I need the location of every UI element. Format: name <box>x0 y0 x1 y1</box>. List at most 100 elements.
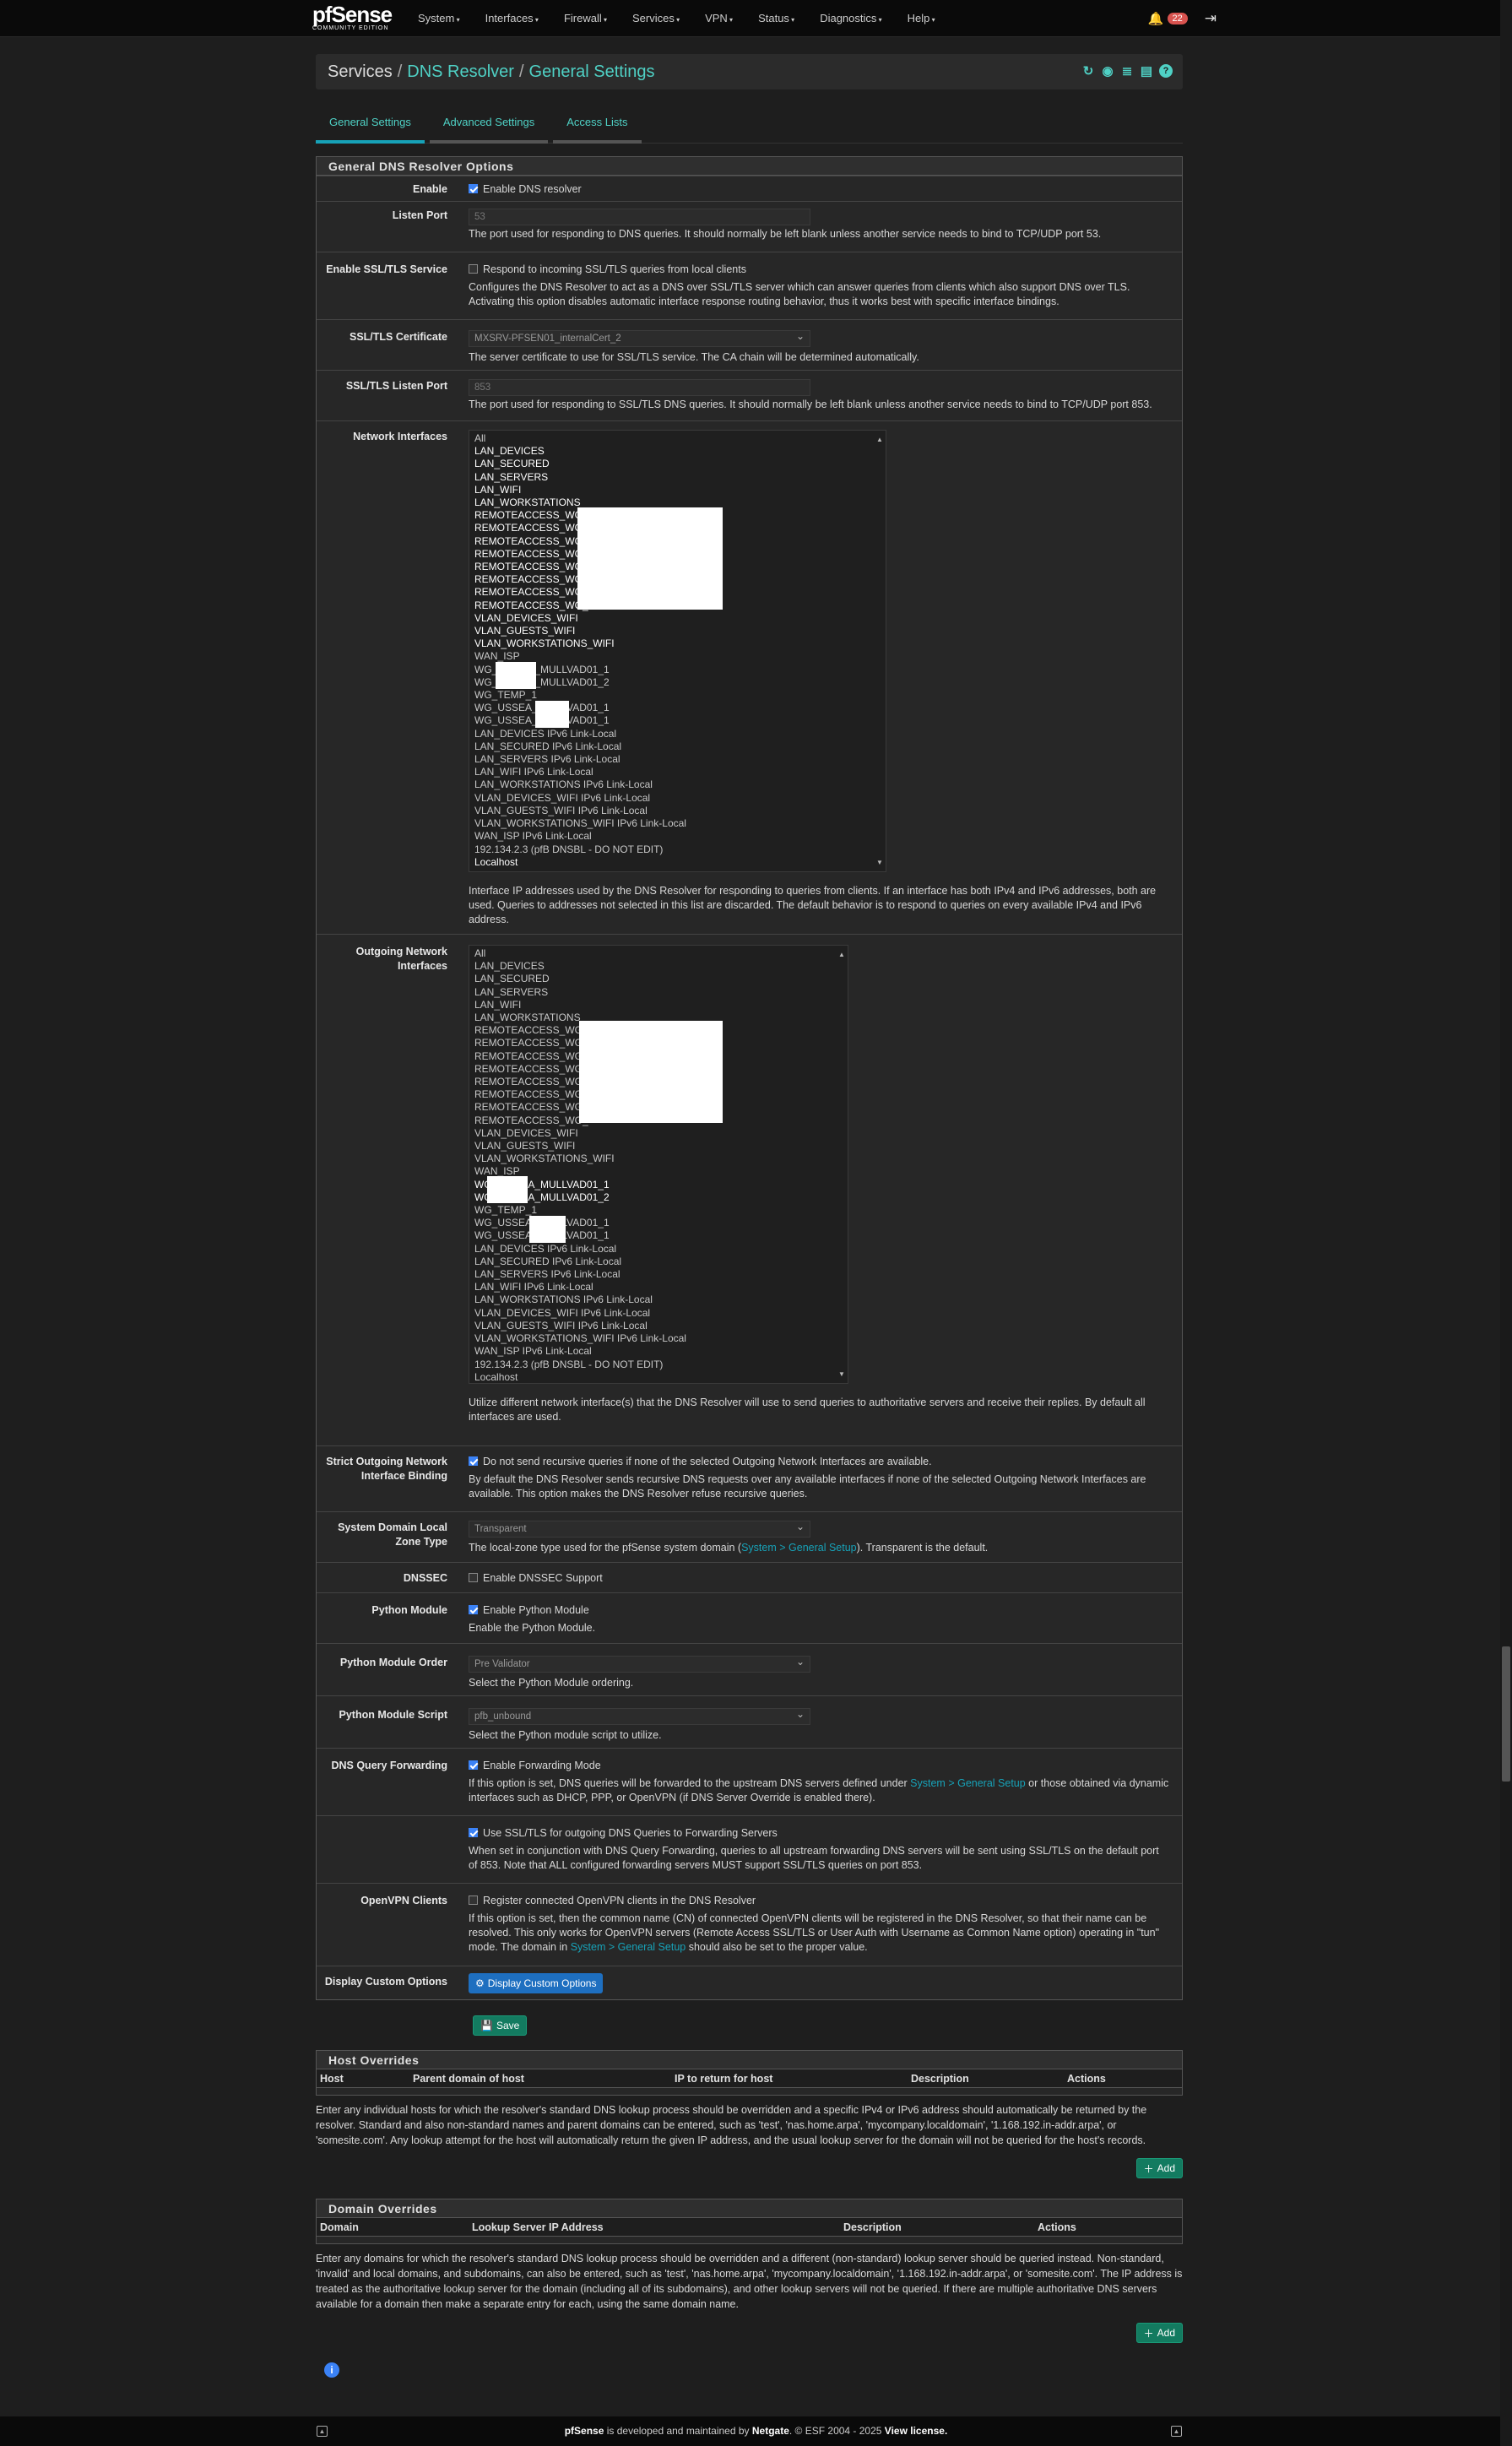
general-setup-link[interactable]: System > General Setup <box>741 1542 857 1554</box>
listbox-option[interactable]: LAN_DEVICES IPv6 Link-Local <box>474 1243 843 1256</box>
general-setup-link[interactable]: System > General Setup <box>571 1941 686 1953</box>
zone-select[interactable]: Transparent <box>469 1519 810 1538</box>
ssl-service-checkbox[interactable] <box>469 264 478 274</box>
listbox-option[interactable]: WAN_ISP <box>474 1165 843 1178</box>
listbox-option[interactable]: LAN_SERVERS <box>474 986 843 999</box>
listbox-option[interactable]: WAN_ISP IPv6 Link-Local <box>474 1345 843 1358</box>
chart-icon[interactable]: ≣ <box>1120 64 1134 79</box>
listbox-option[interactable]: LAN_WIFI IPv6 Link-Local <box>474 1281 843 1294</box>
listbox-option[interactable]: Localhost <box>474 856 881 869</box>
nav-help[interactable]: Help <box>895 0 948 37</box>
fwd-field[interactable]: Enable Forwarding Mode <box>469 1759 1169 1773</box>
listbox-option[interactable]: LAN_WORKSTATIONS IPv6 Link-Local <box>474 1294 843 1306</box>
listbox-option[interactable]: VLAN_GUESTS_WIFI <box>474 625 881 637</box>
tab-advanced-settings[interactable]: Advanced Settings <box>429 105 549 144</box>
nav-services[interactable]: Services <box>620 0 692 37</box>
footer-left-icon[interactable]: ▲ <box>317 2426 328 2437</box>
info-icon[interactable]: i <box>324 2362 339 2378</box>
listbox-option[interactable]: LAN_WIFI IPv6 Link-Local <box>474 766 881 778</box>
listbox-option[interactable]: WG_TEMP_1 <box>474 689 881 702</box>
py-script-select[interactable]: pfb_unbound <box>469 1706 810 1725</box>
py-order-select[interactable]: Pre Validator <box>469 1654 810 1673</box>
listbox-option[interactable]: VLAN_DEVICES_WIFI IPv6 Link-Local <box>474 792 881 805</box>
listbox-option[interactable]: LAN_WORKSTATIONS IPv6 Link-Local <box>474 778 881 791</box>
tab-access-lists[interactable]: Access Lists <box>553 105 642 144</box>
listbox-option[interactable]: VLAN_WORKSTATIONS_WIFI IPv6 Link-Local <box>474 1332 843 1345</box>
out-if-listbox[interactable]: All LAN_DEVICES LAN_SECURED LAN_SERVERS LAN_… <box>469 945 848 1384</box>
nav-interfaces[interactable]: Interfaces <box>473 0 551 37</box>
notifications-button[interactable]: 🔔 22 <box>1148 11 1188 26</box>
listbox-option[interactable]: LAN_SECURED IPv6 Link-Local <box>474 740 881 753</box>
listbox-option[interactable]: LAN_SERVERS <box>474 471 881 484</box>
listbox-option[interactable]: VLAN_WORKSTATIONS_WIFI <box>474 637 881 650</box>
listbox-option[interactable]: VLAN_WORKSTATIONS_WIFI <box>474 1152 843 1165</box>
listbox-option[interactable]: 192.134.2.3 (pfB DNSBL - DO NOT EDIT) <box>474 843 881 856</box>
listbox-option[interactable]: LAN_DEVICES <box>474 445 881 458</box>
listbox-option[interactable]: VLAN_DEVICES_WIFI <box>474 612 881 625</box>
listbox-option[interactable]: VLAN_DEVICES_WIFI IPv6 Link-Local <box>474 1307 843 1320</box>
ssl-service-field[interactable]: Respond to incoming SSL/TLS queries from… <box>469 263 1169 277</box>
ssl-port-input[interactable]: 853 <box>469 379 810 396</box>
listbox-option[interactable]: All <box>474 947 843 960</box>
listbox-option[interactable]: WAN_ISP IPv6 Link-Local <box>474 830 881 843</box>
listbox-option[interactable]: VLAN_GUESTS_WIFI IPv6 Link-Local <box>474 805 881 817</box>
scrollbar-thumb[interactable] <box>1502 1646 1510 1782</box>
listen-port-input[interactable]: 53 <box>469 209 810 225</box>
python-checkbox[interactable] <box>469 1605 478 1614</box>
dnssec-field[interactable]: Enable DNSSEC Support <box>469 1571 1169 1586</box>
listbox-option[interactable]: LAN_WIFI <box>474 484 881 496</box>
strict-checkbox[interactable] <box>469 1456 478 1466</box>
nav-vpn[interactable]: VPN <box>692 0 745 37</box>
listbox-option[interactable]: VLAN_GUESTS_WIFI IPv6 Link-Local <box>474 1320 843 1332</box>
log-icon[interactable]: ▤ <box>1140 64 1153 79</box>
general-setup-link[interactable]: System > General Setup <box>910 1777 1026 1789</box>
pfsense-logo[interactable]: pfSense COMMUNITY EDITION <box>312 3 393 34</box>
nav-system[interactable]: System <box>405 0 473 37</box>
fwd-ssl-field[interactable]: Use SSL/TLS for outgoing DNS Queries to … <box>469 1826 1169 1841</box>
add-domain-override-button[interactable]: ＋ Add <box>1135 2323 1183 2343</box>
listbox-option[interactable]: VLAN_GUESTS_WIFI <box>474 1140 843 1152</box>
out-if-scrollbar[interactable]: ▲ ▼ <box>836 946 848 1383</box>
nav-diagnostics[interactable]: Diagnostics <box>807 0 894 37</box>
dnssec-checkbox[interactable] <box>469 1573 478 1582</box>
listbox-option[interactable]: LAN_DEVICES <box>474 960 843 973</box>
ssl-cert-select[interactable]: MXSRV-PFSEN01_internalCert_2 <box>469 328 810 347</box>
listbox-option[interactable]: LAN_SECURED IPv6 Link-Local <box>474 1256 843 1268</box>
listbox-option[interactable]: WG_TEMP_1 <box>474 1204 843 1217</box>
ovpn-field[interactable]: Register connected OpenVPN clients in th… <box>469 1894 1169 1908</box>
listbox-option[interactable]: 192.134.2.3 (pfB DNSBL - DO NOT EDIT) <box>474 1359 843 1371</box>
listbox-option[interactable]: Localhost <box>474 1371 843 1383</box>
save-button[interactable]: 💾 Save <box>473 2015 528 2036</box>
reload-icon[interactable]: ↻ <box>1081 64 1095 79</box>
listbox-option[interactable]: LAN_SECURED <box>474 973 843 985</box>
tab-general-settings[interactable]: General Settings <box>316 105 425 144</box>
nav-status[interactable]: Status <box>745 0 807 37</box>
enable-checkbox[interactable] <box>469 184 478 193</box>
listbox-option[interactable]: WG_ USSEA_MULLVAD01_2 <box>474 1191 843 1204</box>
listbox-option[interactable]: LAN_WIFI <box>474 999 843 1011</box>
listbox-option[interactable]: LAN_SECURED <box>474 458 881 470</box>
listbox-option[interactable]: All <box>474 432 881 445</box>
net-if-listbox[interactable]: All LAN_DEVICES LAN_SECURED LAN_SERVERS LAN_… <box>469 430 886 872</box>
footer-netgate-link[interactable]: Netgate <box>752 2425 789 2437</box>
page-scrollbar[interactable] <box>1500 0 1512 2446</box>
help-icon[interactable]: ? <box>1159 64 1173 78</box>
nav-firewall[interactable]: Firewall <box>551 0 620 37</box>
logout-icon[interactable]: ⇥ <box>1205 10 1217 27</box>
strict-field[interactable]: Do not send recursive queries if none of… <box>469 1455 1169 1469</box>
breadcrumb-general-settings[interactable]: General Settings <box>529 62 655 82</box>
ovpn-checkbox[interactable] <box>469 1896 478 1905</box>
listbox-option[interactable]: LAN_SERVERS IPv6 Link-Local <box>474 753 881 766</box>
fwd-ssl-checkbox[interactable] <box>469 1828 478 1837</box>
listbox-option[interactable]: VLAN_WORKSTATIONS_WIFI IPv6 Link-Local <box>474 817 881 830</box>
listbox-option[interactable]: LAN_DEVICES IPv6 Link-Local <box>474 728 881 740</box>
footer-license-link[interactable]: View license. <box>885 2425 948 2437</box>
status-icon[interactable]: ◉ <box>1101 64 1114 79</box>
display-custom-options-button[interactable]: ⚙ Display Custom Options <box>469 1973 604 1993</box>
enable-field[interactable]: Enable DNS resolver <box>469 182 1169 197</box>
listbox-option[interactable]: LAN_SERVERS IPv6 Link-Local <box>474 1268 843 1281</box>
python-field[interactable]: Enable Python Module <box>469 1603 1169 1618</box>
add-host-override-button[interactable]: ＋ Add <box>1135 2158 1183 2178</box>
listbox-option[interactable]: VLAN_DEVICES_WIFI <box>474 1127 843 1140</box>
footer-right-icon[interactable]: ▲ <box>1171 2426 1182 2437</box>
